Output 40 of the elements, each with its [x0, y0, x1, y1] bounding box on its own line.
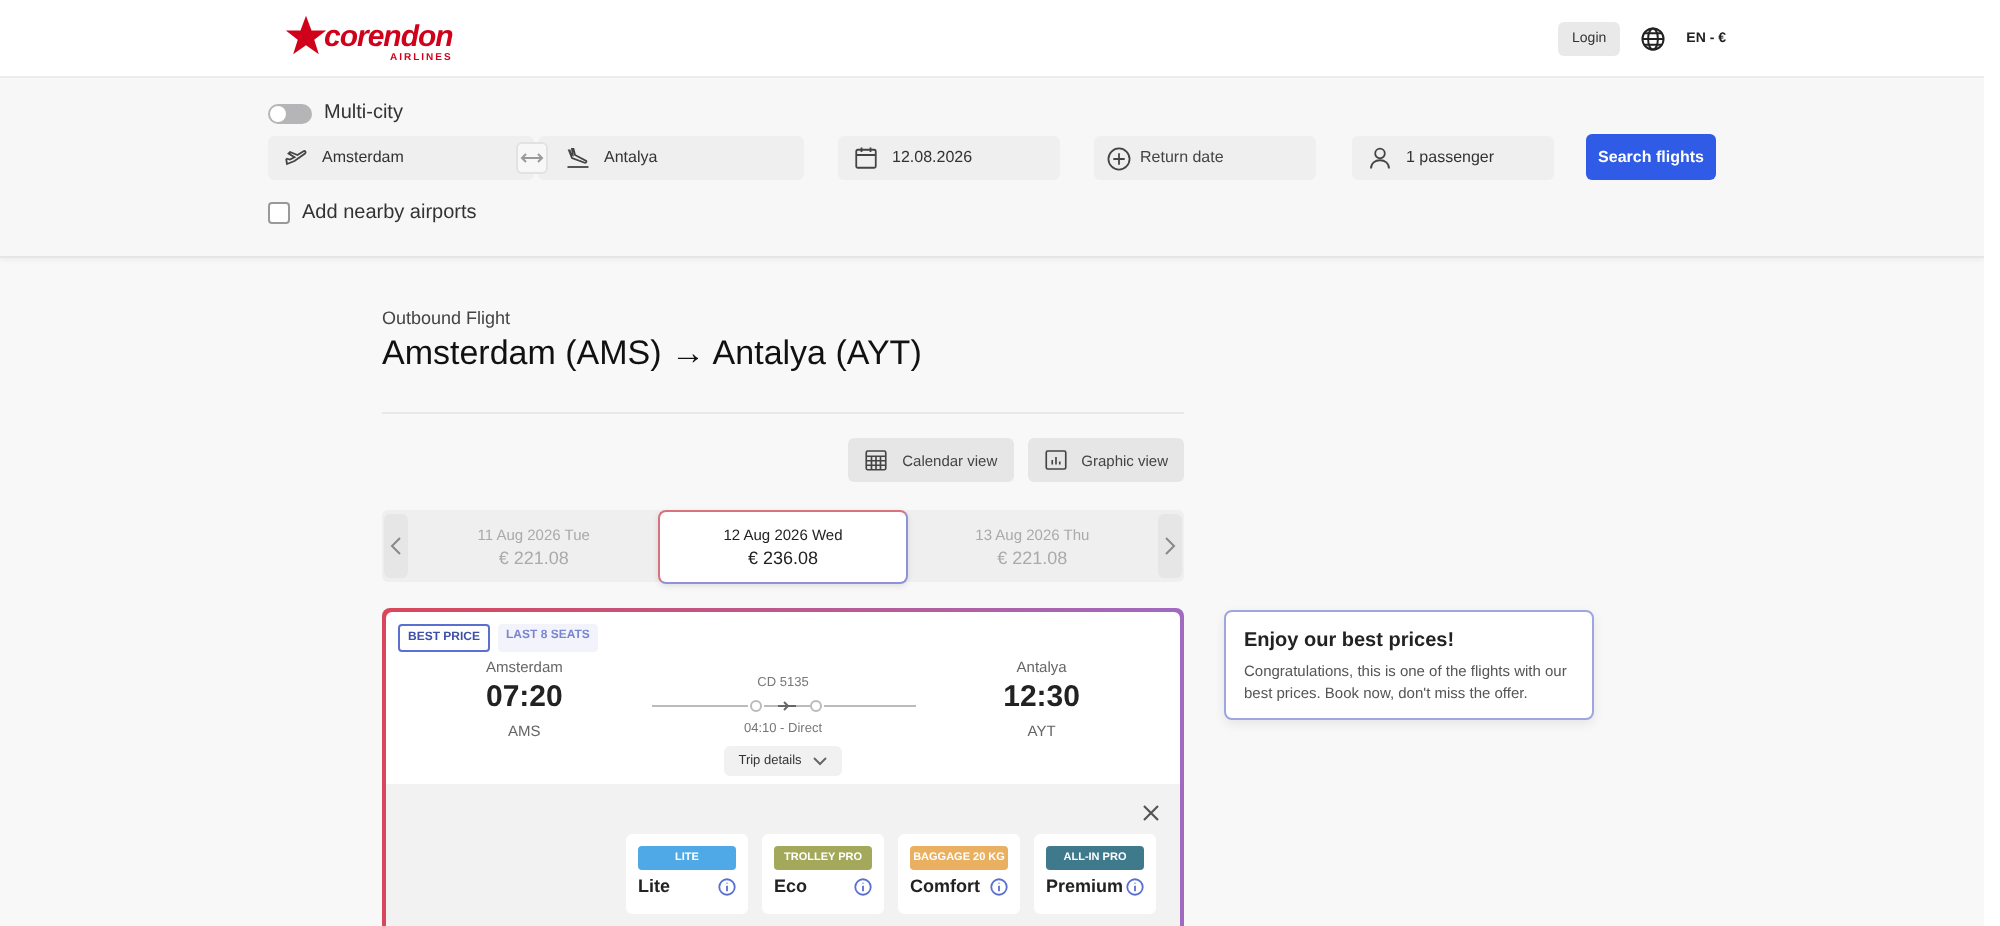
destination-field[interactable]: Antalya [538, 135, 804, 179]
calendar-grid-icon [864, 448, 889, 472]
info-icon[interactable] [990, 877, 1008, 895]
star-logo-icon [284, 13, 328, 57]
chevron-right-icon [1164, 536, 1177, 556]
fare-name: Premium [1046, 876, 1124, 896]
origin-field[interactable]: Amsterdam [268, 135, 534, 179]
info-icon[interactable] [718, 877, 736, 895]
plane-takeoff-icon [284, 145, 308, 169]
nearby-airports-checkbox[interactable] [268, 202, 290, 224]
arrival-time: 12:30 [1003, 680, 1080, 714]
departure-time: 07:20 [486, 680, 563, 714]
swap-button[interactable] [516, 141, 548, 173]
info-icon[interactable] [1126, 877, 1144, 895]
close-icon[interactable] [1142, 804, 1160, 822]
section-label: Outbound Flight [382, 308, 513, 328]
fare-name: Lite [638, 876, 671, 896]
previous-date-button[interactable] [384, 514, 408, 578]
fare-name: Comfort [910, 876, 980, 896]
info-icon[interactable] [854, 877, 872, 895]
route-title: Amsterdam (AMS) → Antalya (AYT) [382, 334, 924, 374]
passenger-field[interactable]: 1 passenger [1352, 135, 1554, 179]
person-icon [1368, 145, 1392, 169]
search-flights-button[interactable]: Search flights [1586, 134, 1716, 180]
nearby-airports-label: Add nearby airports [302, 202, 477, 224]
multi-city-toggle[interactable] [268, 103, 312, 123]
departure-date-field[interactable]: 12.08.2026 [838, 135, 1060, 179]
tooltip-title: Enjoy our best prices! [1244, 630, 1457, 652]
logo-wordmark: corendon [324, 21, 453, 51]
next-date-button[interactable] [1158, 514, 1183, 578]
return-date-field[interactable]: Return date [1094, 135, 1316, 179]
calendar-icon [854, 145, 878, 169]
plane-landing-icon [566, 145, 590, 169]
swap-arrows-icon [520, 149, 544, 165]
bar-chart-icon [1043, 448, 1068, 472]
chevron-down-icon [811, 756, 828, 766]
multi-city-label: Multi-city [324, 102, 403, 124]
chevron-left-icon [390, 536, 402, 556]
fare-name: Eco [774, 876, 808, 896]
globe-icon[interactable] [1640, 25, 1667, 51]
